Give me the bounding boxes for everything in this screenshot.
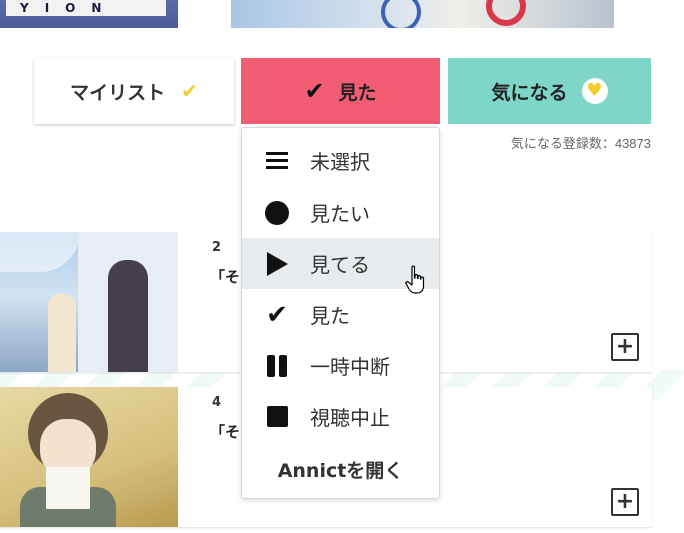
thumbnail-logo-text: YION	[6, 0, 166, 16]
open-annict-link[interactable]: Annictを開く	[242, 449, 439, 489]
thumbnail-decoration	[486, 0, 526, 26]
menu-item-want-to-watch[interactable]: 見たい	[242, 187, 439, 238]
pause-icon	[264, 353, 290, 379]
menu-item-unselected[interactable]: 未選択	[242, 135, 439, 186]
status-dropdown-menu: 未選択 見たい 見てる ✔ 見た 一時中断 視聴中止 Annictを開く	[241, 127, 440, 499]
menu-item-label: 未選択	[310, 150, 370, 174]
episode-number: 2	[212, 240, 222, 255]
mylist-label: マイリスト	[70, 81, 166, 104]
mylist-button[interactable]: マイリスト ✔	[34, 58, 234, 124]
menu-item-label: 視聴中止	[310, 406, 390, 430]
menu-item-watched[interactable]: ✔ 見た	[242, 289, 439, 340]
episode-thumbnail[interactable]	[0, 232, 178, 372]
add-record-button[interactable]: +	[611, 333, 639, 361]
stop-icon	[264, 404, 290, 430]
hand-cursor-icon	[405, 265, 425, 294]
menu-item-label: 一時中断	[310, 355, 390, 379]
menu-item-label: 見たい	[310, 202, 370, 226]
episode-title[interactable]: 「その	[210, 421, 242, 442]
plus-icon: +	[615, 489, 635, 514]
check-icon: ✔	[266, 299, 288, 330]
thumbnail-decoration	[381, 0, 421, 28]
heart-icon: ♥	[581, 78, 608, 104]
menu-item-label: 見た	[310, 304, 350, 328]
anime-thumbnail-top-right[interactable]	[231, 0, 614, 28]
menu-item-stop-watching[interactable]: 視聴中止	[242, 391, 439, 442]
episode-number: 4	[212, 395, 222, 410]
list-icon	[264, 148, 290, 174]
plus-icon: +	[615, 334, 635, 359]
circle-icon	[264, 200, 290, 226]
menu-item-on-hold[interactable]: 一時中断	[242, 340, 439, 391]
watched-label: 見た	[338, 81, 377, 104]
anime-thumbnail-top-left[interactable]: YION	[0, 0, 178, 28]
interested-label: 気になる	[491, 81, 568, 104]
watched-status-button[interactable]: ✔ 見た	[241, 58, 440, 124]
interested-button[interactable]: 気になる ♥	[448, 58, 651, 124]
episode-thumbnail[interactable]	[0, 387, 178, 527]
episode-title[interactable]: 「その	[210, 266, 242, 287]
check-icon: ✔	[181, 79, 198, 103]
check-icon: ✔	[304, 77, 325, 105]
menu-item-label: 見てる	[310, 253, 370, 277]
add-record-button[interactable]: +	[611, 488, 639, 516]
watchers-count: 気になる登録数：43873	[510, 136, 651, 151]
play-icon	[264, 251, 290, 277]
